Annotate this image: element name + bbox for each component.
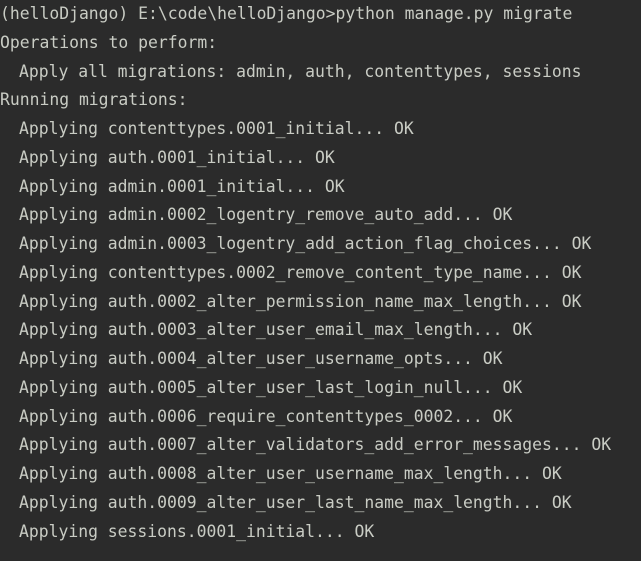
migration-line: Applying sessions.0001_initial... OK [19, 521, 375, 541]
migration-line: Applying auth.0004_alter_user_username_o… [19, 349, 503, 368]
migration-line: Applying auth.0006_require_contenttypes_… [19, 406, 513, 426]
terminal-output[interactable]: (helloDjango) E:\code\helloDjango>python… [0, 0, 641, 561]
apply-migrations-line: Apply all migrations: admin, auth, conte… [19, 61, 582, 81]
migration-line: Applying auth.0007_alter_validators_add_… [19, 435, 612, 455]
migration-line: Applying contenttypes.0002_remove_conten… [19, 262, 582, 282]
migration-line: Applying contenttypes.0001_initial... OK [19, 119, 414, 138]
migration-line: Applying auth.0005_alter_user_last_login… [19, 377, 523, 397]
migration-line: Applying admin.0003_logentry_add_action_… [19, 234, 592, 253]
running-migrations-header: Running migrations: [0, 90, 188, 110]
migration-line: Applying auth.0003_alter_user_email_max_… [19, 320, 533, 340]
migration-line: Applying admin.0001_initial... OK [19, 176, 345, 196]
migration-line: Applying auth.0009_alter_user_last_name_… [19, 492, 572, 512]
migration-line: Applying admin.0002_logentry_remove_auto… [19, 205, 513, 225]
migration-line: Applying auth.0001_initial... OK [19, 147, 335, 167]
migration-line: Applying auth.0008_alter_user_username_m… [19, 464, 562, 483]
operations-header: Operations to perform: [0, 32, 218, 52]
command-prompt-line: (helloDjango) E:\code\helloDjango>python… [0, 4, 573, 23]
migration-line: Applying auth.0002_alter_permission_name… [19, 291, 582, 311]
